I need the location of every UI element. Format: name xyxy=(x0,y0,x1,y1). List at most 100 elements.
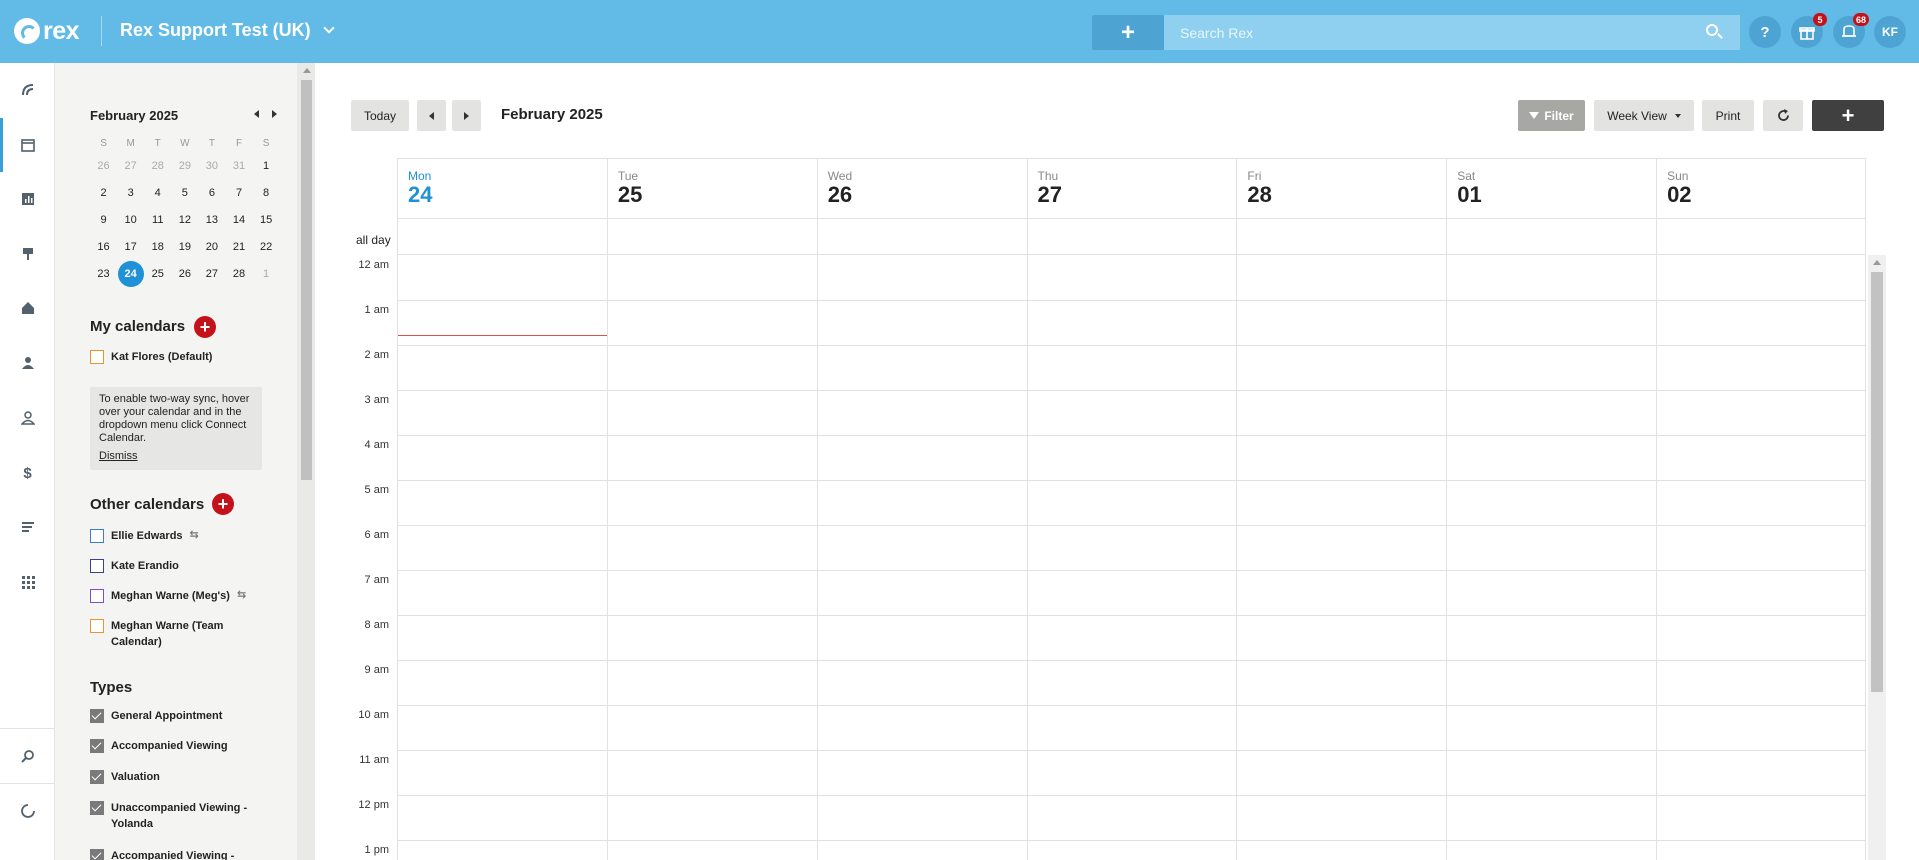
mini-day[interactable]: 6 xyxy=(198,180,225,207)
mini-day[interactable]: 23 xyxy=(90,261,117,288)
mini-day[interactable]: 25 xyxy=(144,261,171,288)
mini-day[interactable]: 21 xyxy=(225,234,252,261)
add-my-calendar-button[interactable]: + xyxy=(194,316,216,338)
new-appointment-button[interactable]: + xyxy=(1812,100,1884,131)
mini-day[interactable]: 11 xyxy=(144,207,171,234)
search-input[interactable] xyxy=(1164,15,1740,50)
prev-week-button[interactable] xyxy=(417,100,446,131)
day-header[interactable]: Wed 26 xyxy=(816,159,1027,219)
mini-day[interactable]: 28 xyxy=(225,261,252,288)
day-header[interactable]: Sun 02 xyxy=(1656,159,1866,219)
day-header[interactable]: Sat 01 xyxy=(1446,159,1656,219)
filter-button[interactable]: Filter xyxy=(1518,100,1585,131)
calendar-checkbox[interactable] xyxy=(90,350,104,364)
other-calendar-item[interactable]: Meghan Warne (Meg's) ⇆ xyxy=(90,588,246,604)
today-button[interactable]: Today xyxy=(351,100,409,131)
search-icon[interactable] xyxy=(1706,24,1718,36)
help-button[interactable]: ? xyxy=(1749,16,1781,48)
allday-cell[interactable] xyxy=(1446,219,1656,254)
mini-prev-month-button[interactable] xyxy=(254,110,259,118)
allday-cell[interactable] xyxy=(1656,219,1866,254)
mini-day[interactable]: 17 xyxy=(117,234,144,261)
global-add-button[interactable]: + xyxy=(1092,15,1164,50)
mini-day[interactable]: 1 xyxy=(253,153,280,180)
grid-scrollbar-thumb[interactable] xyxy=(1871,272,1883,692)
gifts-button[interactable]: 5 xyxy=(1791,13,1827,48)
type-checkbox[interactable] xyxy=(90,849,104,860)
nav-feed[interactable] xyxy=(0,500,55,554)
nav-financials[interactable]: $ xyxy=(0,446,55,500)
allday-cell[interactable] xyxy=(1026,219,1237,254)
day-header[interactable]: Fri 28 xyxy=(1236,159,1446,219)
mini-day[interactable]: 7 xyxy=(225,180,252,207)
sidebar-scrollbar-thumb[interactable] xyxy=(301,80,312,480)
mini-day[interactable]: 28 xyxy=(144,153,171,180)
next-week-button[interactable] xyxy=(452,100,481,131)
nav-apps[interactable] xyxy=(0,555,55,609)
calendar-checkbox[interactable] xyxy=(90,529,104,543)
calendar-checkbox[interactable] xyxy=(90,559,104,573)
notifications-button[interactable]: 68 xyxy=(1833,13,1869,48)
mini-day[interactable]: 19 xyxy=(171,234,198,261)
type-filter-item[interactable]: Unaccompanied Viewing - Yolanda xyxy=(90,800,251,832)
other-calendar-item[interactable]: Meghan Warne (Team Calendar) xyxy=(90,618,226,650)
nav-properties[interactable] xyxy=(0,281,55,335)
mini-day[interactable]: 26 xyxy=(171,261,198,288)
other-calendar-item[interactable]: Ellie Edwards ⇆ xyxy=(90,528,199,544)
nav-leads[interactable] xyxy=(0,391,55,445)
type-filter-item[interactable]: General Appointment xyxy=(90,708,222,724)
mini-day[interactable]: 15 xyxy=(253,207,280,234)
mini-next-month-button[interactable] xyxy=(272,110,277,118)
view-select[interactable]: Week View xyxy=(1594,100,1694,131)
nav-reports[interactable] xyxy=(0,172,55,226)
mini-day[interactable]: 10 xyxy=(117,207,144,234)
type-filter-item[interactable]: Valuation xyxy=(90,769,160,785)
mini-day[interactable]: 1 xyxy=(253,261,280,288)
mini-day[interactable]: 8 xyxy=(253,180,280,207)
user-avatar[interactable]: KF xyxy=(1874,16,1906,48)
mini-day[interactable]: 9 xyxy=(90,207,117,234)
mini-day[interactable]: 12 xyxy=(171,207,198,234)
type-filter-item[interactable]: Accompanied Viewing - xyxy=(90,848,251,860)
mini-day[interactable]: 14 xyxy=(225,207,252,234)
mini-day[interactable]: 3 xyxy=(117,180,144,207)
nav-search-extra[interactable] xyxy=(0,729,55,783)
other-calendar-item[interactable]: Kate Erandio xyxy=(90,558,179,574)
mini-day[interactable]: 5 xyxy=(171,180,198,207)
mini-day[interactable]: 2 xyxy=(90,180,117,207)
mini-day[interactable]: 18 xyxy=(144,234,171,261)
day-header[interactable]: Tue 25 xyxy=(606,159,817,219)
add-other-calendar-button[interactable]: + xyxy=(212,493,234,515)
my-calendar-item[interactable]: Kat Flores (Default) xyxy=(90,349,212,365)
mini-day[interactable]: 27 xyxy=(117,153,144,180)
nav-calendar[interactable] xyxy=(0,118,55,172)
mini-day[interactable]: 16 xyxy=(90,234,117,261)
nav-home[interactable] xyxy=(0,63,55,117)
scroll-up-arrow[interactable] xyxy=(303,68,311,73)
calendar-checkbox[interactable] xyxy=(90,589,104,603)
scroll-up-arrow[interactable] xyxy=(1873,260,1881,265)
mini-day[interactable]: 31 xyxy=(225,153,252,180)
type-checkbox[interactable] xyxy=(90,709,104,723)
mini-day-selected[interactable]: 24 xyxy=(117,261,144,288)
type-checkbox[interactable] xyxy=(90,739,104,753)
nav-loading[interactable] xyxy=(0,784,55,838)
mini-day[interactable]: 29 xyxy=(171,153,198,180)
rex-logo[interactable]: rex xyxy=(14,17,80,45)
mini-day[interactable]: 4 xyxy=(144,180,171,207)
day-header[interactable]: Thu 27 xyxy=(1026,159,1237,219)
refresh-button[interactable] xyxy=(1763,100,1803,131)
mini-day[interactable]: 13 xyxy=(198,207,225,234)
allday-cell[interactable] xyxy=(397,219,607,254)
nav-contacts[interactable] xyxy=(0,336,55,390)
type-checkbox[interactable] xyxy=(90,770,104,784)
print-button[interactable]: Print xyxy=(1702,100,1754,131)
account-switcher[interactable]: Rex Support Test (UK) xyxy=(120,20,335,41)
allday-cell[interactable] xyxy=(1236,219,1446,254)
type-checkbox[interactable] xyxy=(90,801,104,815)
mini-day[interactable]: 26 xyxy=(90,153,117,180)
mini-day[interactable]: 30 xyxy=(198,153,225,180)
mini-day[interactable]: 27 xyxy=(198,261,225,288)
allday-cell[interactable] xyxy=(816,219,1027,254)
mini-day[interactable]: 20 xyxy=(198,234,225,261)
